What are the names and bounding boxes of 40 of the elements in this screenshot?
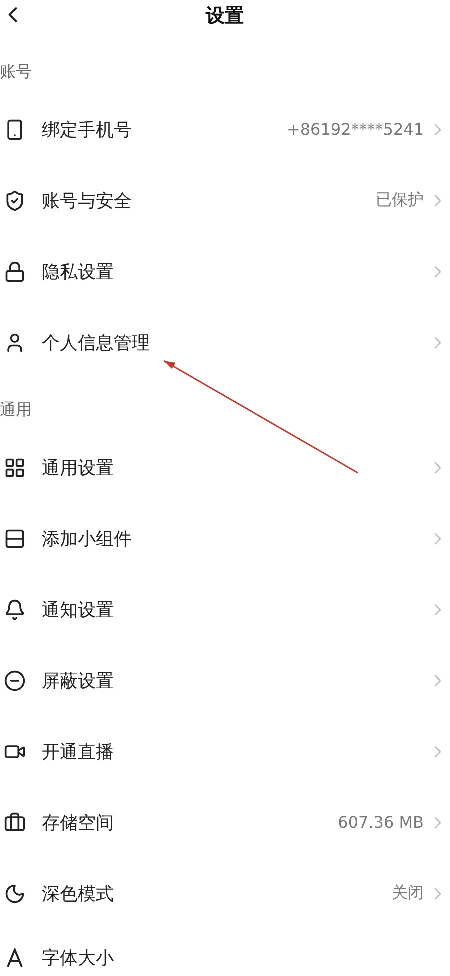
page-title: 设置 bbox=[206, 4, 244, 29]
row-label: 账号与安全 bbox=[42, 190, 133, 212]
section-label: 账号 bbox=[0, 62, 32, 82]
row-label: 个人信息管理 bbox=[42, 332, 151, 354]
bell-icon bbox=[4, 598, 26, 620]
row-value: +86192****5241 bbox=[286, 120, 424, 139]
row-label: 隐私设置 bbox=[42, 260, 115, 284]
row-value: 607.36 MB bbox=[338, 813, 424, 832]
rows-icon bbox=[4, 528, 26, 550]
row-label: 添加小组件 bbox=[42, 528, 133, 550]
settings-row[interactable]: 添加小组件 bbox=[0, 503, 450, 574]
settings-row[interactable]: 绑定手机号 +86192****5241 bbox=[0, 94, 450, 165]
settings-row[interactable]: 个人信息管理 bbox=[0, 307, 450, 378]
row-label: 通知设置 bbox=[42, 598, 115, 622]
settings-row[interactable]: 深色模式 关闭 bbox=[0, 858, 450, 929]
settings-row[interactable]: 通用设置 bbox=[0, 432, 450, 503]
settings-row[interactable]: 通知设置 bbox=[0, 574, 450, 645]
row-label: 通用设置 bbox=[42, 456, 115, 480]
settings-row[interactable]: 隐私设置 bbox=[0, 236, 450, 307]
row-value: 关闭 bbox=[392, 883, 424, 904]
row-label: 字体大小 bbox=[42, 947, 115, 970]
row-label: 存储空间 bbox=[42, 812, 115, 834]
settings-row[interactable]: 屏蔽设置 bbox=[0, 645, 450, 716]
grid-icon bbox=[4, 456, 26, 478]
shield-check-icon bbox=[4, 190, 26, 212]
briefcase-icon bbox=[4, 812, 26, 834]
moon-icon bbox=[4, 882, 26, 904]
row-label: 开通直播 bbox=[42, 740, 115, 764]
row-label: 绑定手机号 bbox=[42, 118, 133, 142]
settings-row[interactable]: 存储空间 607.36 MB bbox=[0, 787, 450, 858]
row-label: 屏蔽设置 bbox=[42, 670, 115, 692]
row-label: 深色模式 bbox=[42, 882, 115, 906]
settings-row[interactable]: 字体大小 bbox=[0, 929, 450, 975]
section-label: 通用 bbox=[0, 400, 32, 420]
letter-a-icon bbox=[5, 948, 25, 968]
minus-circle-icon bbox=[4, 670, 26, 692]
settings-row[interactable]: 账号与安全 已保护 bbox=[0, 165, 450, 236]
lock-icon bbox=[4, 260, 26, 282]
settings-row[interactable]: 开通直播 bbox=[0, 716, 450, 787]
row-value: 已保护 bbox=[376, 190, 424, 211]
